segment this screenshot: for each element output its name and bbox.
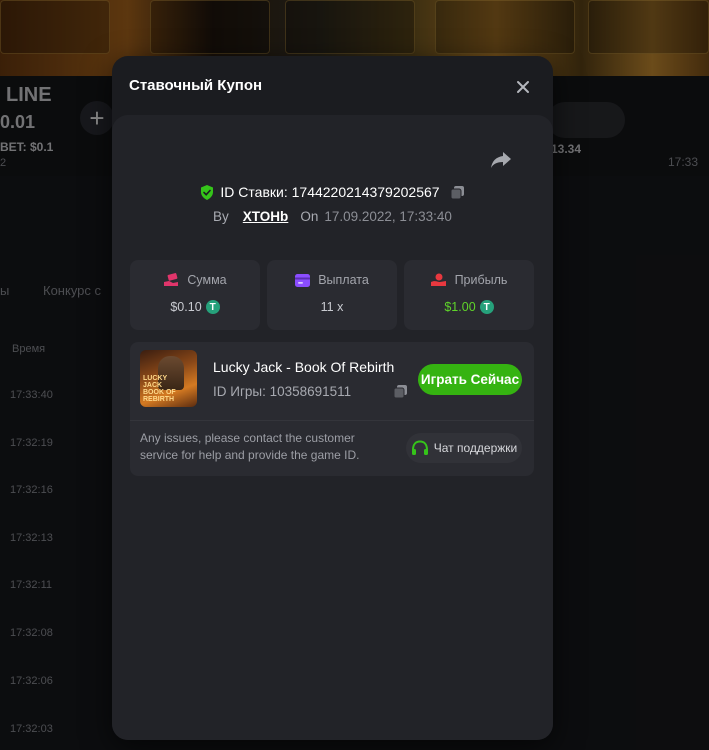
copy-icon (393, 385, 407, 399)
stat-payout-label: Выплата (318, 273, 369, 287)
headset-icon (411, 439, 428, 455)
game-id: ID Игры: 10358691511 (213, 384, 352, 399)
wallet-icon (295, 273, 311, 287)
bet-id-row: ID Ставки: 1744220214379202567 (112, 184, 553, 200)
game-name: Lucky Jack - Book Of Rebirth (213, 359, 395, 375)
by-label: By (213, 209, 229, 224)
game-thumbnail-logo: LUCKY JACK BOOK OF REBIRTH (143, 375, 176, 403)
money-hand-icon (164, 273, 179, 286)
support-notice: Any issues, please contact the customer … (140, 431, 360, 462)
stat-payout-value: 11 x (320, 300, 344, 314)
tether-icon: T (205, 300, 220, 314)
stat-profit: Прибыль $1.00 T (404, 260, 534, 330)
play-now-button[interactable]: Играть Сейчас (418, 364, 522, 395)
stat-profit-value: $1.00 (444, 300, 476, 314)
tether-icon: T (479, 300, 494, 314)
stat-payout: Выплата 11 x (267, 260, 397, 330)
stat-amount-value: $0.10 (170, 300, 202, 314)
stat-amount: Сумма $0.10 T (130, 260, 260, 330)
support-chat-button[interactable]: Чат поддержки (406, 433, 522, 463)
divider (130, 420, 534, 421)
bet-id: ID Ставки: 1744220214379202567 (220, 184, 440, 200)
close-icon (517, 81, 529, 93)
share-button[interactable] (490, 151, 514, 171)
profit-hand-icon (430, 273, 446, 286)
bet-coupon-modal: Ставочный Купон ID Ставки: 1744220214379… (112, 56, 553, 740)
copy-icon[interactable] (450, 185, 465, 200)
copy-game-id-button[interactable] (393, 384, 408, 404)
stat-amount-label: Сумма (187, 273, 227, 287)
share-icon (491, 152, 511, 168)
shield-check-icon (201, 184, 214, 200)
stat-profit-label: Прибыль (454, 273, 508, 287)
user-link[interactable]: XTOHb (243, 209, 289, 224)
game-card: LUCKY JACK BOOK OF REBIRTH Lucky Jack - … (130, 342, 534, 476)
on-label: On (300, 209, 319, 224)
support-chat-label: Чат поддержки (433, 441, 518, 455)
bet-date: 17.09.2022, 17:33:40 (324, 209, 452, 224)
game-thumbnail[interactable]: LUCKY JACK BOOK OF REBIRTH (140, 350, 197, 407)
modal-title: Ставочный Купон (129, 77, 263, 94)
close-button[interactable] (512, 76, 534, 98)
bet-author-row: By XTOHb On 17.09.2022, 17:33:40 (112, 209, 553, 224)
bet-stats: Сумма $0.10 T Выплата 11 x Прибыль $1.00… (130, 260, 534, 330)
